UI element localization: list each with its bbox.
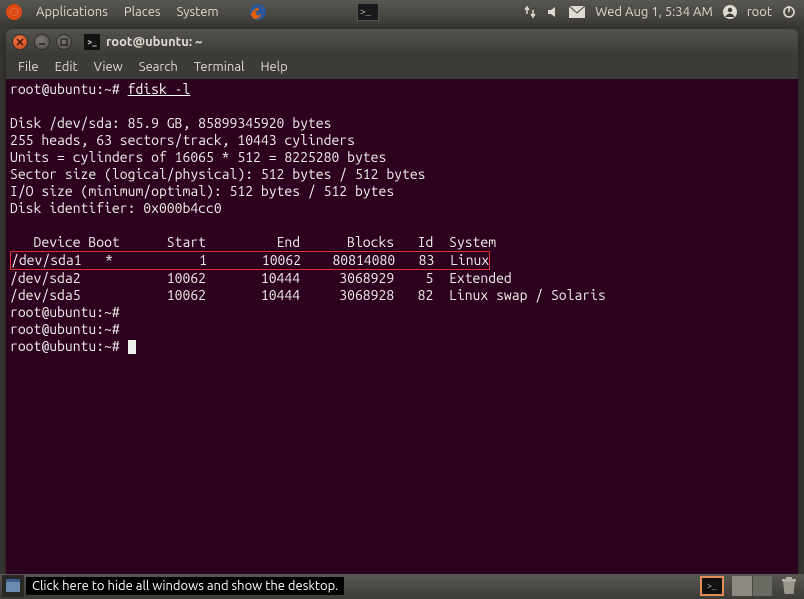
workspace-1[interactable]: [732, 576, 752, 596]
username-label[interactable]: root: [747, 5, 772, 19]
menu-edit[interactable]: Edit: [47, 58, 86, 76]
volume-icon[interactable]: [547, 6, 559, 18]
workspace-2[interactable]: [753, 576, 773, 596]
menu-help[interactable]: Help: [252, 58, 295, 76]
svg-text:>_: >_: [707, 583, 717, 592]
titlebar[interactable]: >_ root@ubuntu: ~: [6, 29, 798, 55]
terminal-content[interactable]: root@ubuntu:~# fdisk -l Disk /dev/sda: 8…: [6, 79, 798, 574]
minimize-button[interactable]: [34, 34, 50, 50]
show-desktop-tooltip: Click here to hide all windows and show …: [26, 577, 344, 595]
terminal-launcher-icon[interactable]: >_: [357, 3, 379, 21]
user-icon[interactable]: [723, 5, 737, 19]
menu-search[interactable]: Search: [131, 58, 186, 76]
trash-icon[interactable]: [780, 576, 800, 596]
firefox-icon[interactable]: [249, 3, 267, 21]
network-icon[interactable]: [523, 5, 537, 19]
system-tray: Wed Aug 1, 5:34 AM root: [523, 5, 800, 19]
close-button[interactable]: [12, 34, 28, 50]
clock[interactable]: Wed Aug 1, 5:34 AM: [595, 5, 712, 19]
menu-places[interactable]: Places: [116, 5, 169, 19]
workspace-switcher[interactable]: [732, 576, 772, 596]
menubar: File Edit View Search Terminal Help: [6, 55, 798, 79]
terminal-icon: >_: [84, 34, 100, 50]
window-title: root@ubuntu: ~: [106, 35, 203, 49]
menu-terminal[interactable]: Terminal: [186, 58, 253, 76]
menu-view[interactable]: View: [86, 58, 131, 76]
svg-text:>_: >_: [360, 8, 371, 18]
taskbar-terminal-button[interactable]: >_: [700, 576, 724, 596]
menu-file[interactable]: File: [10, 58, 47, 76]
menu-applications[interactable]: Applications: [28, 5, 116, 19]
power-icon[interactable]: [782, 5, 796, 19]
menu-system[interactable]: System: [169, 5, 227, 19]
terminal-window: >_ root@ubuntu: ~ File Edit View Search …: [6, 29, 798, 574]
bottom-panel: Click here to hide all windows and show …: [0, 574, 804, 598]
maximize-button[interactable]: [56, 34, 72, 50]
top-panel: ◌ Applications Places System >_ Wed Aug …: [0, 0, 804, 24]
ubuntu-logo-icon[interactable]: ◌: [6, 4, 22, 20]
show-desktop-button[interactable]: [2, 575, 24, 597]
mail-icon[interactable]: [569, 6, 585, 18]
